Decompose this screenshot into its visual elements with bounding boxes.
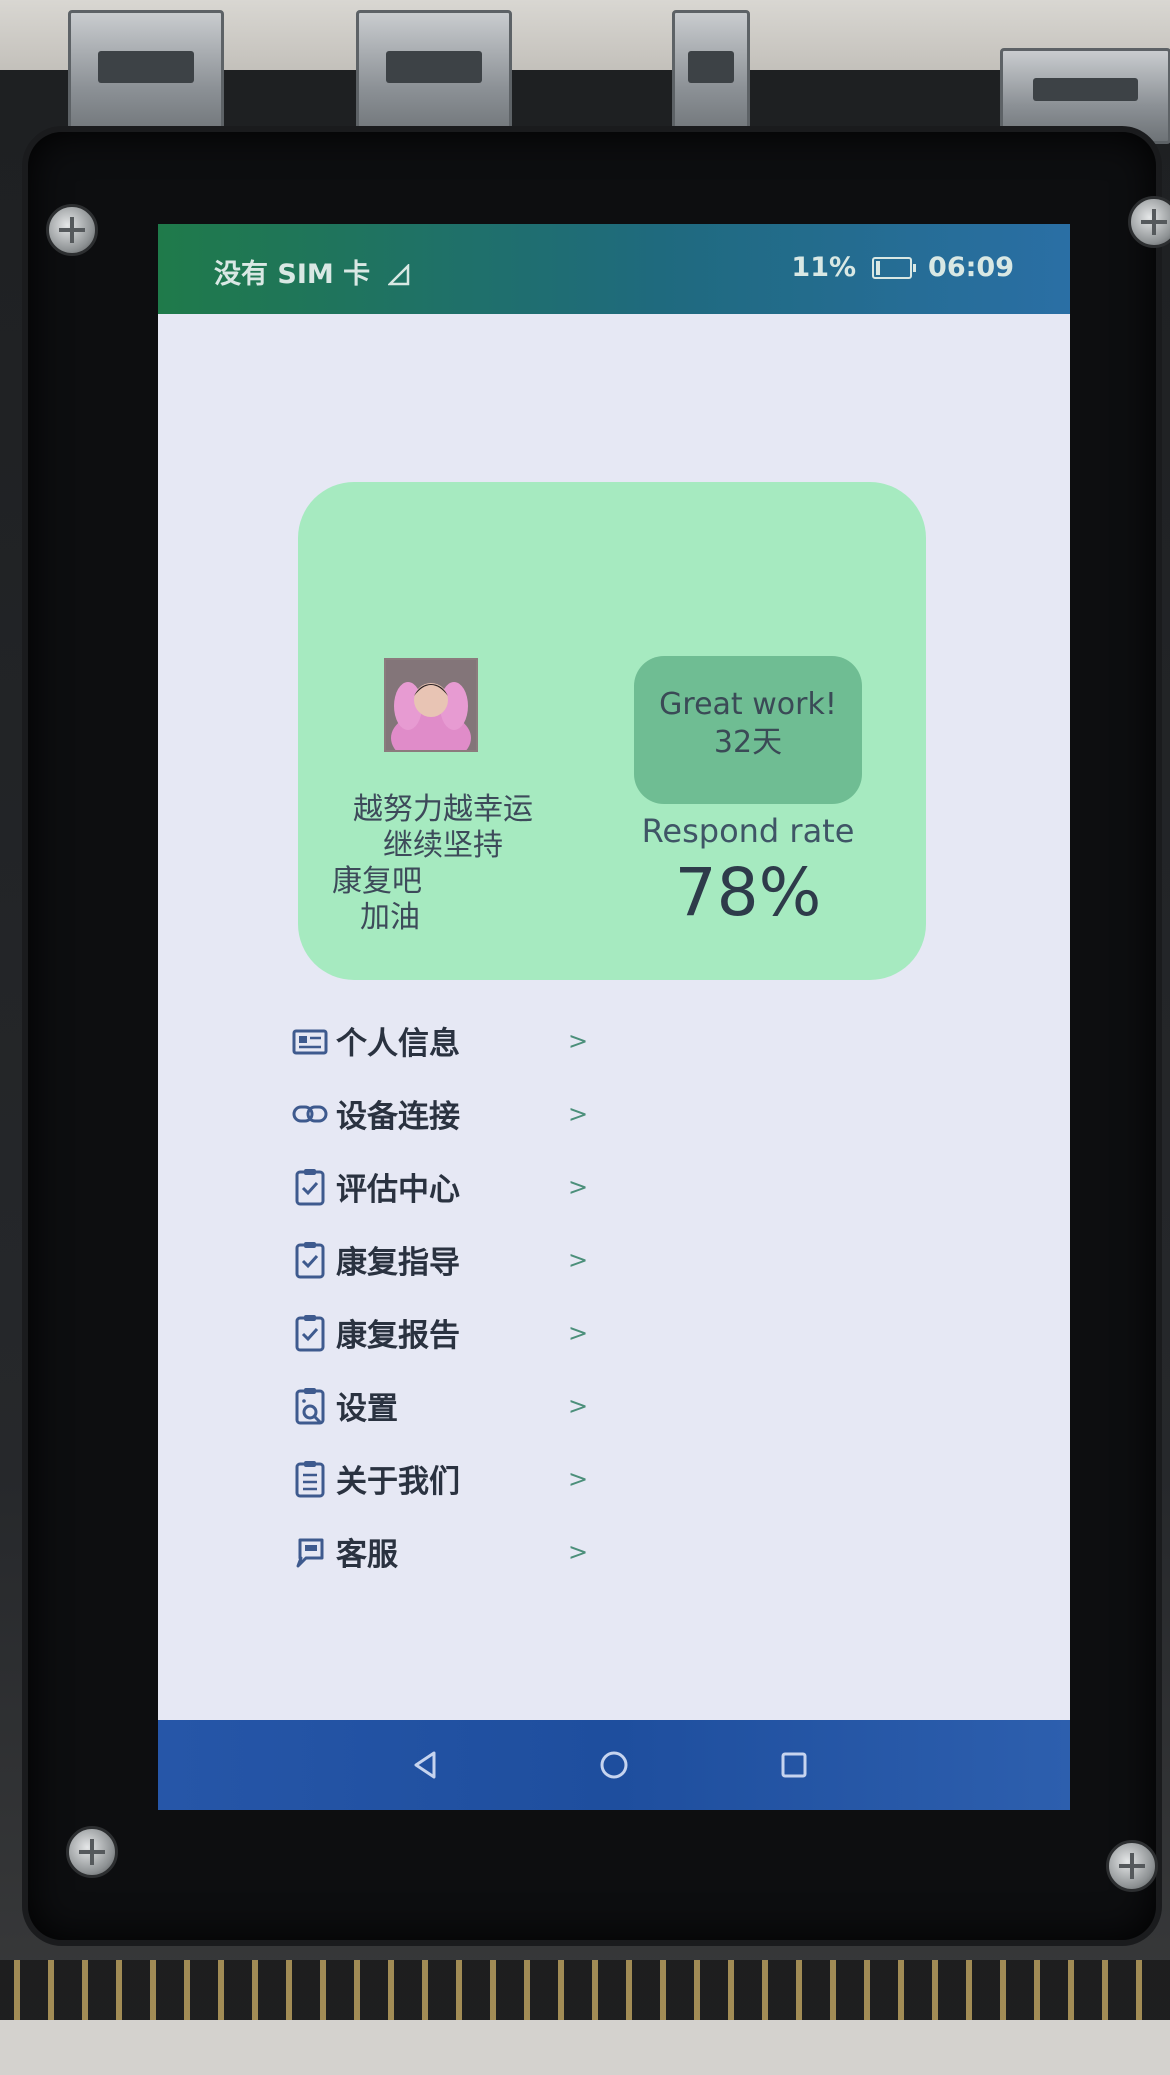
- table-surface: [0, 2020, 1170, 2075]
- menu-item-settings[interactable]: 设置 >: [292, 1369, 612, 1442]
- navigation-bar: [158, 1720, 1070, 1810]
- chevron-right-icon: >: [568, 1026, 589, 1055]
- screw-icon: [1106, 1840, 1158, 1892]
- clock: 06:09: [928, 252, 1014, 283]
- motto-line: 继续坚持: [383, 828, 503, 863]
- home-icon[interactable]: [594, 1745, 634, 1785]
- menu-item-device-connection[interactable]: 设备连接 >: [292, 1077, 612, 1150]
- badge-title: Great work!: [659, 687, 837, 722]
- progress-card: 越努力越幸运 继续坚持 康复吧 加油 Great work! 32天 Respo…: [298, 482, 926, 980]
- status-right: 11% 06:09: [791, 252, 1014, 283]
- chat-icon: [296, 1538, 324, 1567]
- carrier-text: 没有 SIM 卡: [214, 259, 371, 290]
- menu-label: 关于我们: [336, 1464, 460, 1500]
- screw-icon: [46, 204, 98, 256]
- motto-line: 加油: [360, 900, 420, 935]
- menu-item-customer-service[interactable]: 客服 >: [292, 1515, 612, 1588]
- streak-badge: Great work! 32天: [634, 656, 862, 804]
- clipboard-check-icon: [295, 1168, 325, 1205]
- menu-label: 康复指导: [336, 1245, 460, 1281]
- chevron-right-icon: >: [568, 1537, 589, 1566]
- chevron-right-icon: >: [568, 1172, 589, 1201]
- motto-line: 康复吧: [332, 864, 422, 899]
- recents-icon[interactable]: [774, 1745, 814, 1785]
- screw-icon: [66, 1826, 118, 1878]
- menu-item-assessment-center[interactable]: 评估中心 >: [292, 1150, 612, 1223]
- usb-port: [672, 10, 750, 141]
- chevron-right-icon: >: [568, 1391, 589, 1420]
- chevron-right-icon: >: [568, 1099, 589, 1128]
- clipboard-check-icon: [295, 1241, 325, 1278]
- menu-item-personal-info[interactable]: 个人信息 >: [292, 1004, 612, 1077]
- menu-label: 康复报告: [336, 1318, 460, 1354]
- main-menu: 个人信息 > 设备连接 > 评估中心 > 康复指导 > 康复报告 > 设置 > …: [292, 1004, 612, 1588]
- signal-icon: [387, 264, 409, 286]
- avatar[interactable]: [384, 658, 478, 752]
- avatar-photo: [386, 660, 476, 750]
- menu-item-about-us[interactable]: 关于我们 >: [292, 1442, 612, 1515]
- streak-days: 32天: [713, 725, 783, 760]
- motto-line: 越努力越幸运: [353, 792, 533, 827]
- chevron-right-icon: >: [568, 1464, 589, 1493]
- menu-label: 评估中心: [336, 1172, 460, 1208]
- id-card-icon: [292, 1029, 328, 1054]
- clipboard-list-icon: [295, 1460, 325, 1497]
- battery-icon: [872, 256, 917, 279]
- usb-port: [1000, 48, 1170, 144]
- link-icon: [292, 1105, 328, 1122]
- usb-port: [68, 10, 224, 141]
- motto-text: 越努力越幸运 继续坚持 康复吧 加油: [298, 792, 588, 936]
- clipboard-search-icon: [295, 1387, 325, 1424]
- menu-item-rehab-guidance[interactable]: 康复指导 >: [292, 1223, 612, 1296]
- respond-rate-value: 78%: [674, 854, 822, 931]
- menu-label: 客服: [336, 1537, 398, 1573]
- back-icon[interactable]: [406, 1745, 446, 1785]
- menu-label: 设备连接: [336, 1099, 460, 1135]
- menu-label: 设置: [336, 1391, 398, 1427]
- status-left: 没有 SIM 卡: [214, 252, 410, 291]
- respond-rate-label: Respond rate: [641, 812, 855, 850]
- battery-percent: 11%: [791, 252, 857, 283]
- chevron-right-icon: >: [568, 1318, 589, 1347]
- status-bar: 没有 SIM 卡 11% 06:09: [158, 224, 1070, 314]
- menu-label: 个人信息: [336, 1026, 460, 1062]
- chevron-right-icon: >: [568, 1245, 589, 1274]
- menu-item-rehab-report[interactable]: 康复报告 >: [292, 1296, 612, 1369]
- app-screen: 没有 SIM 卡 11% 06:09 越努力越幸运 继续坚持 康复吧 加油 Gr…: [158, 224, 1070, 1810]
- usb-port: [356, 10, 512, 141]
- clipboard-check-icon: [295, 1314, 325, 1351]
